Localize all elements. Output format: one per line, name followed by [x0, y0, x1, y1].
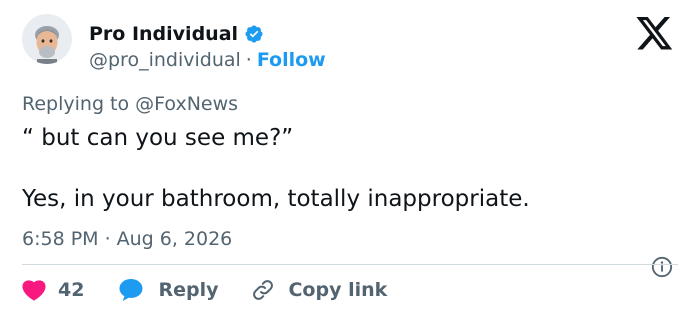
author-handle-row: @pro_individual · Follow: [89, 48, 326, 72]
replying-to-handle[interactable]: @FoxNews: [135, 93, 238, 115]
action-bar: 42 Reply Copy link: [22, 276, 387, 304]
author-handle[interactable]: @pro_individual: [89, 49, 241, 71]
divider: [22, 264, 678, 265]
verified-badge-icon: [244, 24, 264, 44]
replying-to: Replying to @FoxNews: [22, 93, 238, 115]
timestamp-separator: ·: [104, 228, 111, 250]
x-logo-icon[interactable]: [636, 17, 674, 51]
tweet-date: Aug 6, 2026: [116, 228, 233, 250]
copy-link-label: Copy link: [288, 279, 388, 301]
like-button[interactable]: 42: [22, 279, 84, 301]
follow-button[interactable]: Follow: [257, 49, 326, 71]
author-display-name[interactable]: Pro Individual: [89, 23, 238, 45]
heart-icon: [22, 280, 46, 301]
like-count: 42: [58, 279, 85, 301]
tweet-text-line-2: Yes, in your bathroom, totally inappropr…: [22, 186, 530, 212]
link-icon: [253, 280, 274, 300]
tweet-card: Pro Individual @pro_individual · Follow …: [0, 0, 700, 318]
tweet-timestamp[interactable]: 6:58 PM · Aug 6, 2026: [22, 228, 232, 250]
reply-button[interactable]: Reply: [118, 278, 218, 302]
reply-label: Reply: [158, 279, 219, 301]
avatar[interactable]: [22, 14, 72, 64]
tweet-time: 6:58 PM: [22, 228, 99, 250]
info-icon[interactable]: [651, 256, 673, 278]
author-name-row: Pro Individual: [89, 22, 264, 46]
memoji-avatar-icon: [22, 14, 72, 64]
tweet-text-line-1: “ but can you see me?”: [22, 125, 294, 151]
speech-bubble-icon: [119, 279, 143, 301]
copy-link-button[interactable]: Copy link: [250, 278, 387, 302]
replying-prefix: Replying to: [22, 93, 130, 115]
handle-separator: ·: [245, 49, 252, 71]
